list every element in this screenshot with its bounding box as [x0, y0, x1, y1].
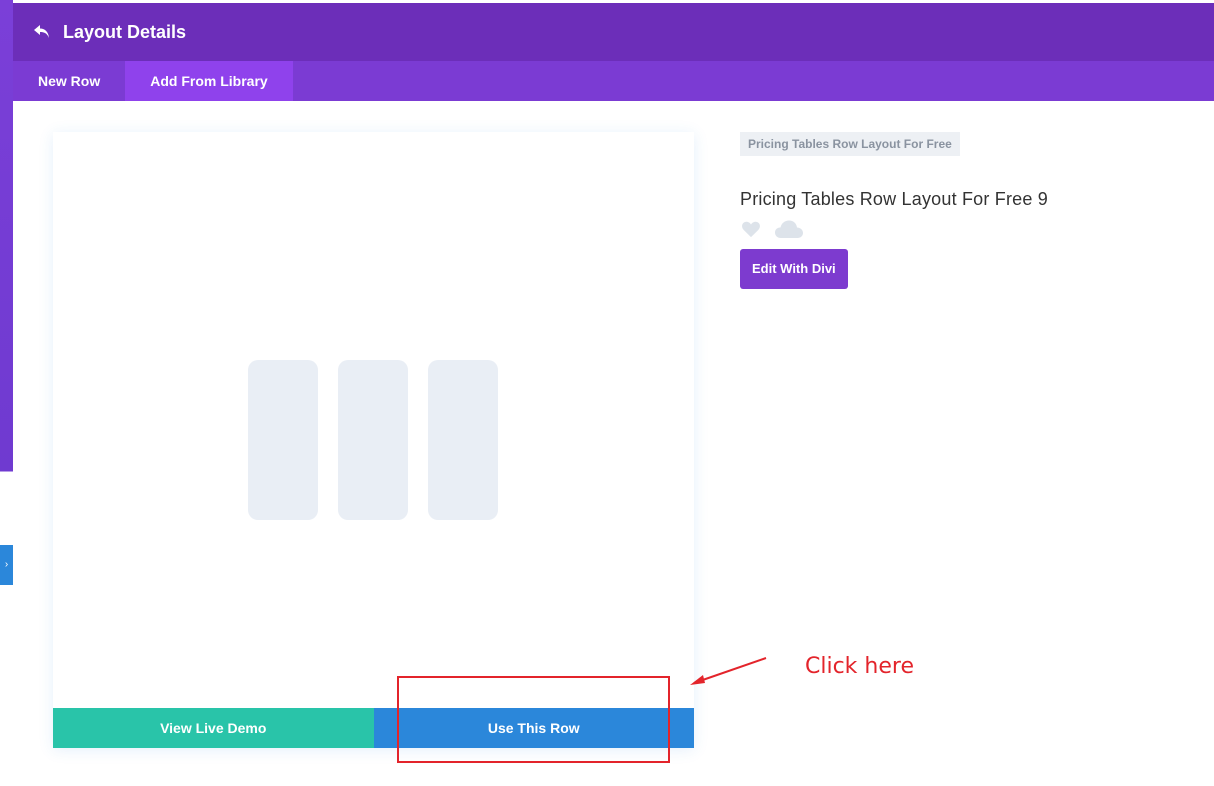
- backdrop: [0, 0, 13, 786]
- layout-details-panel: Pricing Tables Row Layout For Free Prici…: [740, 132, 1200, 289]
- annotation-highlight-box: [397, 676, 670, 763]
- tab-new-row[interactable]: New Row: [13, 61, 125, 101]
- heart-icon[interactable]: [740, 220, 762, 243]
- placeholder-column: [338, 360, 408, 520]
- modal-tabs: New Row Add From Library: [13, 61, 1214, 101]
- layout-icon-row: [740, 220, 1200, 242]
- layout-preview-card: View Live Demo Use This Row: [53, 132, 694, 748]
- view-live-demo-button[interactable]: View Live Demo: [53, 708, 374, 748]
- annotation-arrow-icon: [690, 657, 767, 685]
- undo-arrow-icon[interactable]: [33, 22, 53, 42]
- modal-header: Layout Details: [13, 3, 1214, 61]
- modal-title: Layout Details: [63, 21, 187, 42]
- category-badge[interactable]: Pricing Tables Row Layout For Free: [740, 132, 960, 156]
- tab-add-from-library[interactable]: Add From Library: [125, 61, 293, 101]
- side-expand-tab[interactable]: ›: [0, 545, 13, 585]
- layout-details-modal: Layout Details New Row Add From Library …: [13, 3, 1214, 786]
- placeholder-column: [248, 360, 318, 520]
- layout-title: Pricing Tables Row Layout For Free 9: [740, 189, 1049, 209]
- cloud-icon[interactable]: [774, 219, 804, 244]
- annotation-text: Click here: [805, 654, 914, 679]
- placeholder-column: [428, 360, 498, 520]
- edit-with-divi-button[interactable]: Edit With Divi: [740, 249, 848, 289]
